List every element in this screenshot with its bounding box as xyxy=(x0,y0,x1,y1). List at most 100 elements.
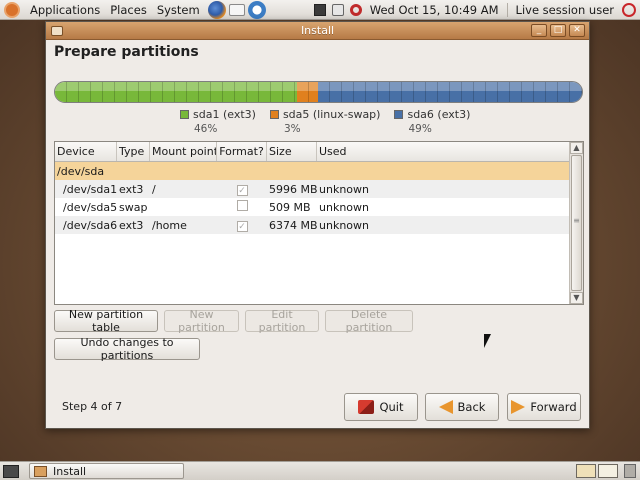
legend-label: sda5 (linux-swap) xyxy=(282,108,381,121)
cell-format: ✓ xyxy=(217,183,267,196)
window-titlebar[interactable]: Install _ □ ✕ xyxy=(46,22,589,40)
close-button[interactable]: ✕ xyxy=(569,24,585,37)
cell-used: unknown xyxy=(319,200,369,214)
show-desktop-icon[interactable] xyxy=(3,464,19,478)
power-icon[interactable] xyxy=(622,2,636,17)
minimize-button[interactable]: _ xyxy=(531,24,547,37)
table-row[interactable]: /dev/sda5 swap 509 MB unknown xyxy=(55,198,583,216)
format-checkbox[interactable]: ✓ xyxy=(236,220,248,232)
new-partition-table-button[interactable]: New partition table xyxy=(54,308,158,334)
column-header-format[interactable]: Format? xyxy=(217,142,267,161)
table-header: Device Type Mount point Format? Size Use… xyxy=(55,142,583,162)
quit-label: Quit xyxy=(379,400,404,414)
panel-separator xyxy=(506,2,508,17)
cell-size: 5996 MB xyxy=(269,182,317,196)
column-header-device[interactable]: Device xyxy=(55,142,117,161)
applications-menu[interactable]: Applications xyxy=(25,0,105,20)
cell-device: /dev/sda5 xyxy=(63,200,117,214)
partition-legend: sda1 (ext3) 46% sda5 (linux-swap) 3% sda… xyxy=(180,108,470,135)
step-indicator: Step 4 of 7 xyxy=(62,400,123,413)
forward-button[interactable]: Forward xyxy=(507,393,581,421)
cell-mount-point: /home xyxy=(152,218,187,232)
quit-button[interactable]: Quit xyxy=(344,393,418,421)
column-header-used[interactable]: Used xyxy=(317,142,570,161)
user-switcher[interactable]: Live session user xyxy=(511,0,619,20)
legend-swatch xyxy=(269,110,279,119)
cell-type: ext3 xyxy=(119,218,144,232)
help-icon[interactable] xyxy=(247,0,266,19)
back-label: Back xyxy=(457,400,486,414)
table-scrollbar[interactable]: ▲ ≡ ▼ xyxy=(569,142,583,304)
cell-format xyxy=(217,200,267,214)
edit-partition-button[interactable]: Edit partition xyxy=(245,308,319,334)
cell-used: unknown xyxy=(319,218,369,232)
trash-icon[interactable] xyxy=(624,464,636,478)
cell-device: /dev/sda6 xyxy=(63,218,117,232)
network-icon[interactable] xyxy=(313,3,326,16)
maximize-button[interactable]: □ xyxy=(550,24,566,37)
legend-item-sda5: sda5 (linux-swap) 3% xyxy=(269,108,381,135)
legend-percent: 3% xyxy=(283,123,301,135)
legend-swatch xyxy=(394,110,404,119)
cell-type: ext3 xyxy=(119,182,144,196)
legend-label: sda6 (ext3) xyxy=(407,108,471,121)
workspace-1[interactable] xyxy=(576,464,596,478)
cell-type: swap xyxy=(119,200,148,214)
window-menu-icon[interactable] xyxy=(51,25,63,36)
taskbar-item-install[interactable]: Install xyxy=(29,463,184,479)
format-checkbox[interactable] xyxy=(236,200,248,211)
workspace-switcher xyxy=(576,464,618,478)
partition-segment-sda1 xyxy=(55,82,298,102)
legend-label: sda1 (ext3) xyxy=(193,108,256,121)
cell-size: 6374 MB xyxy=(269,218,317,232)
bottom-panel: Install xyxy=(0,461,640,480)
cell-size: 509 MB xyxy=(269,200,311,214)
cell-mount-point: / xyxy=(152,182,156,196)
scroll-down-button[interactable]: ▼ xyxy=(570,292,583,304)
legend-item-sda6: sda6 (ext3) 49% xyxy=(394,108,470,135)
clock[interactable]: Wed Oct 15, 10:49 AM xyxy=(365,0,504,20)
new-partition-button[interactable]: New partition xyxy=(164,308,239,334)
column-header-type[interactable]: Type xyxy=(117,142,150,161)
back-arrow-icon xyxy=(438,400,453,414)
quit-icon xyxy=(358,400,375,414)
legend-percent: 49% xyxy=(408,123,432,135)
partition-segment-sda5 xyxy=(297,82,319,102)
format-checkbox[interactable]: ✓ xyxy=(236,184,248,196)
partition-bar xyxy=(54,81,583,103)
cell-device: /dev/sda1 xyxy=(63,182,117,196)
partition-table[interactable]: Device Type Mount point Format? Size Use… xyxy=(54,141,584,305)
table-row[interactable]: /dev/sda6 ext3 /home ✓ 6374 MB unknown xyxy=(55,216,583,234)
mail-icon[interactable] xyxy=(228,3,245,16)
back-button[interactable]: Back xyxy=(425,393,499,421)
table-row[interactable]: /dev/sda xyxy=(55,162,583,180)
forward-arrow-icon xyxy=(511,400,526,414)
firefox-icon[interactable] xyxy=(207,0,226,19)
legend-swatch xyxy=(180,110,189,119)
cell-used: unknown xyxy=(319,182,369,196)
delete-partition-button[interactable]: Delete partition xyxy=(325,308,413,334)
scroll-up-button[interactable]: ▲ xyxy=(570,142,583,154)
partition-segment-sda6 xyxy=(318,82,582,102)
undo-changes-button[interactable]: Undo changes to partitions xyxy=(54,336,200,362)
column-header-size[interactable]: Size xyxy=(267,142,317,161)
places-menu[interactable]: Places xyxy=(105,0,152,20)
workspace-2[interactable] xyxy=(598,464,618,478)
update-icon[interactable] xyxy=(349,3,362,16)
volume-icon[interactable] xyxy=(331,3,344,16)
table-row[interactable]: /dev/sda1 ext3 / ✓ 5996 MB unknown xyxy=(55,180,583,198)
system-menu[interactable]: System xyxy=(152,0,205,20)
cell-format: ✓ xyxy=(217,219,267,232)
legend-item-sda1: sda1 (ext3) 46% xyxy=(180,108,256,135)
scrollbar-thumb[interactable]: ≡ xyxy=(571,155,582,291)
column-header-mount-point[interactable]: Mount point xyxy=(150,142,217,161)
top-panel: Applications Places System Wed Oct 15, 1… xyxy=(0,0,640,20)
window-title: Install xyxy=(300,24,335,37)
ubuntu-logo-icon[interactable] xyxy=(4,1,20,18)
page-title: Prepare partitions xyxy=(54,44,199,60)
install-window: Install _ □ ✕ Prepare partitions sda1 (e… xyxy=(45,21,590,429)
taskbar-item-label: Install xyxy=(53,464,87,478)
install-window-icon xyxy=(34,465,47,477)
cell-device: /dev/sda xyxy=(57,164,105,178)
forward-label: Forward xyxy=(530,400,577,414)
